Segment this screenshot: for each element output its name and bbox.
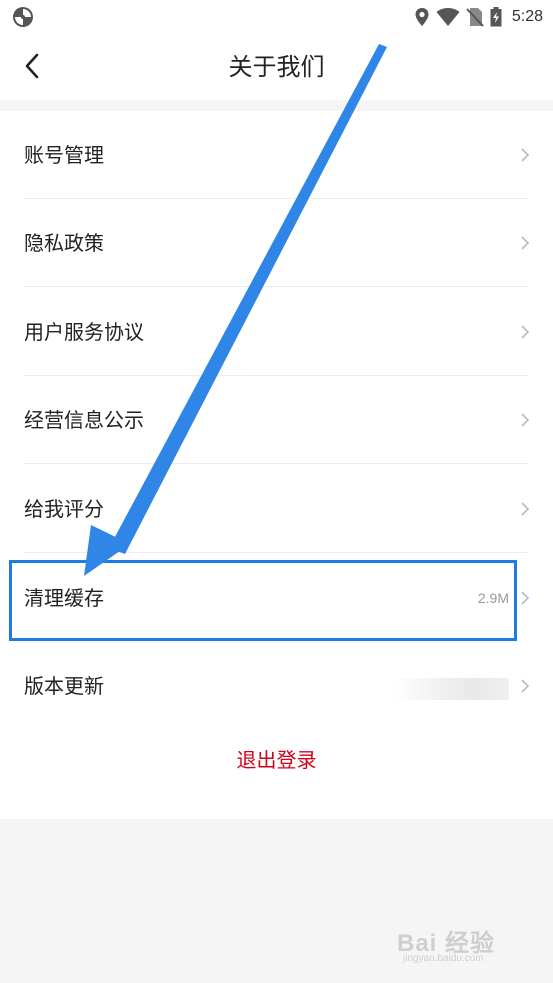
cache-size: 2.9M <box>477 590 509 606</box>
menu-item-label: 给我评分 <box>24 497 104 521</box>
watermark-text: Bai 经验 <box>397 930 496 957</box>
menu-item-privacy-policy[interactable]: 隐私政策 <box>0 199 553 287</box>
menu-item-label: 用户服务协议 <box>24 320 144 344</box>
section-gap <box>0 100 553 111</box>
status-time: 5:28 <box>511 8 543 25</box>
menu-item-label: 经营信息公示 <box>24 408 144 432</box>
divider <box>24 552 529 553</box>
status-icons: 5:28 <box>414 5 543 29</box>
menu-item-label: 版本更新 <box>24 674 104 698</box>
menu-item-version-update[interactable]: 版本更新 <box>0 642 553 730</box>
no-sim-icon <box>466 8 484 27</box>
page-title: 关于我们 <box>228 53 325 81</box>
chevron-right-icon <box>521 236 530 250</box>
menu-item-business-info[interactable]: 经营信息公示 <box>0 376 553 464</box>
baidu-watermark: Bai 经验 jingyan.baidu.com <box>397 923 527 969</box>
menu-item-label: 账号管理 <box>24 143 104 167</box>
menu-item-label: 隐私政策 <box>24 231 104 255</box>
menu-item-clear-cache[interactable]: 清理缓存 2.9M <box>0 554 553 642</box>
chevron-right-icon <box>521 325 530 339</box>
chevron-right-icon <box>521 148 530 162</box>
app-screen: 5:28 关于我们 账号管理 隐私政策 用户服务协议 经营信息公示 给我评分 清… <box>0 0 553 983</box>
menu-item-account-management[interactable]: 账号管理 <box>0 111 553 199</box>
app-logo-icon <box>13 7 33 27</box>
menu-item-label: 清理缓存 <box>24 586 104 610</box>
app-header: 关于我们 <box>0 34 553 100</box>
divider <box>24 463 529 464</box>
chevron-right-icon <box>521 413 530 427</box>
status-bar: 5:28 <box>0 0 553 34</box>
battery-charging-icon <box>490 7 502 27</box>
wifi-icon <box>436 8 460 26</box>
settings-menu: 账号管理 隐私政策 用户服务协议 经营信息公示 给我评分 清理缓存 2.9M 版… <box>0 111 553 819</box>
location-icon <box>415 8 429 26</box>
divider <box>24 286 529 287</box>
logout-button[interactable]: 退出登录 <box>0 727 553 793</box>
menu-item-user-agreement[interactable]: 用户服务协议 <box>0 288 553 376</box>
chevron-right-icon <box>521 679 530 693</box>
blurred-version-value <box>393 678 509 700</box>
chevron-right-icon <box>521 591 530 605</box>
menu-item-rate-us[interactable]: 给我评分 <box>0 465 553 553</box>
watermark-sub: jingyan.baidu.com <box>403 953 484 964</box>
chevron-right-icon <box>521 502 530 516</box>
